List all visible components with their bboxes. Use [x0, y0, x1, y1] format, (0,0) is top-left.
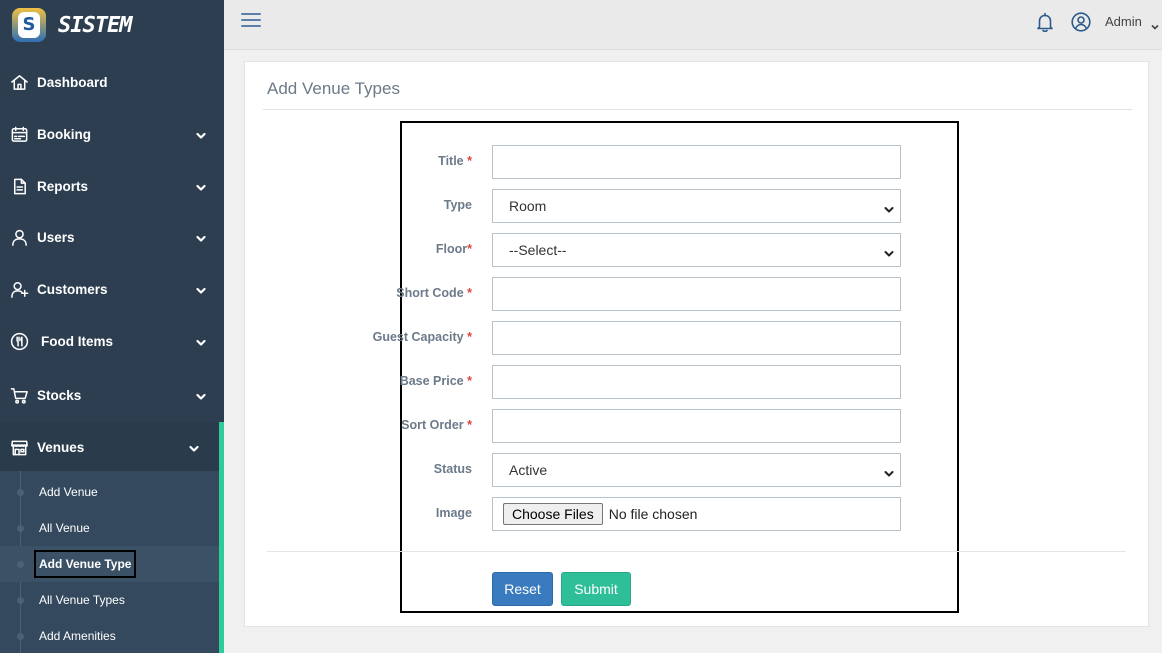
sidebar-item-venues[interactable]: Venues — [0, 422, 224, 472]
sidebar-item-label: Venues — [37, 439, 85, 455]
field-label: Status — [433, 462, 472, 476]
chevron-down-icon — [196, 232, 206, 242]
bullet-icon — [17, 596, 24, 604]
chevron-down-icon — [196, 284, 206, 294]
sidebar-item-label: Dashboard — [37, 74, 108, 90]
page-title: Add Venue Types — [267, 79, 400, 98]
document-icon — [9, 176, 29, 196]
field-label: Floor* — [435, 242, 472, 256]
sidebar: S SISTEM Dashboard Booking Reports Users — [0, 0, 224, 653]
select-value: Room — [509, 198, 547, 214]
field-label: Sort Order * — [401, 418, 472, 432]
content-card: Add Venue Types Title * Type Room Floor*… — [244, 61, 1149, 627]
submenu-item-add-venue-type[interactable]: Add Venue Type — [0, 546, 219, 582]
chevron-down-icon — [196, 390, 206, 400]
sidebar-item-label: Reports — [37, 178, 89, 194]
chevron-down-icon[interactable] — [1151, 18, 1159, 30]
submenu-item-label: All Venue Types — [39, 593, 125, 607]
sidebar-item-booking[interactable]: Booking — [0, 109, 224, 159]
bullet-icon — [17, 560, 24, 568]
divider — [267, 551, 1126, 552]
sidebar-item-label: Stocks — [37, 387, 82, 403]
sidebar-item-users[interactable]: Users — [0, 212, 224, 262]
store-icon — [9, 437, 29, 457]
sidebar-item-stocks[interactable]: Stocks — [0, 370, 224, 420]
sidebar-item-label: Customers — [37, 281, 108, 297]
reset-button[interactable]: Reset — [492, 572, 553, 606]
select-value: Active — [509, 462, 548, 478]
sidebar-item-customers[interactable]: Customers — [0, 264, 224, 314]
sidebar-item-label: Food Items — [41, 333, 114, 349]
sidebar-item-food-items[interactable]: Food Items — [0, 316, 224, 366]
bullet-icon — [17, 488, 24, 496]
top-bar: Admin — [224, 0, 1162, 50]
field-label: Title * — [438, 154, 472, 168]
cart-icon — [9, 385, 29, 405]
image-file-input[interactable]: Choose Files No file chosen — [492, 497, 901, 531]
sidebar-item-reports[interactable]: Reports — [0, 161, 224, 211]
user-account-icon[interactable] — [1070, 11, 1092, 33]
calendar-icon — [9, 124, 29, 144]
status-select[interactable]: Active — [492, 453, 901, 487]
user-plus-icon — [9, 279, 29, 299]
file-status-text: No file chosen — [608, 506, 698, 522]
user-icon — [9, 227, 29, 247]
sidebar-item-label: Users — [37, 229, 75, 245]
submenu-item-add-amenities[interactable]: Add Amenities — [0, 618, 219, 653]
submenu-item-add-venue[interactable]: Add Venue — [0, 474, 219, 510]
short-code-input[interactable] — [492, 277, 901, 311]
field-label: Guest Capacity * — [372, 330, 472, 344]
title-input[interactable] — [492, 145, 901, 179]
field-label: Base Price * — [399, 374, 472, 388]
sidebar-item-dashboard[interactable]: Dashboard — [0, 57, 224, 107]
field-label: Short Code * — [396, 286, 472, 300]
submenu-item-label: Add Amenities — [39, 629, 116, 643]
guest-capacity-input[interactable] — [492, 321, 901, 355]
bell-icon[interactable] — [1034, 11, 1056, 33]
menu-toggle-icon[interactable] — [241, 13, 261, 29]
divider — [263, 109, 1132, 110]
sidebar-item-label: Booking — [37, 126, 91, 142]
sort-order-input[interactable] — [492, 409, 901, 443]
select-value: --Select-- — [509, 242, 567, 258]
bullet-icon — [17, 524, 24, 532]
chevron-down-icon — [884, 466, 894, 477]
bullet-icon — [17, 632, 24, 640]
floor-select[interactable]: --Select-- — [492, 233, 901, 267]
brand-logo-letter: S — [18, 12, 40, 38]
chevron-down-icon — [196, 336, 206, 346]
submit-button[interactable]: Submit — [561, 572, 631, 606]
brand[interactable]: S SISTEM — [0, 0, 224, 50]
chevron-down-icon — [189, 442, 199, 452]
choose-files-button[interactable]: Choose Files — [503, 503, 603, 525]
chevron-down-icon — [196, 181, 206, 191]
user-name[interactable]: Admin — [1105, 14, 1142, 29]
field-label: Type — [443, 198, 472, 212]
chevron-down-icon — [884, 202, 894, 213]
chevron-down-icon — [196, 129, 206, 139]
submenu-item-all-venue-types[interactable]: All Venue Types — [0, 582, 219, 618]
home-icon — [9, 72, 29, 92]
food-icon — [9, 331, 29, 351]
venues-submenu: Add Venue All Venue Add Venue Type All V… — [0, 471, 224, 653]
base-price-input[interactable] — [492, 365, 901, 399]
type-select[interactable]: Room — [492, 189, 901, 223]
submenu-item-label: Add Venue — [39, 485, 98, 499]
brand-logo: S — [12, 8, 46, 42]
submenu-item-label: Add Venue Type — [34, 550, 137, 578]
field-label: Image — [435, 506, 472, 520]
brand-name: SISTEM — [58, 12, 132, 38]
chevron-down-icon — [884, 246, 894, 257]
submenu-item-label: All Venue — [39, 521, 90, 535]
submenu-item-all-venue[interactable]: All Venue — [0, 510, 219, 546]
